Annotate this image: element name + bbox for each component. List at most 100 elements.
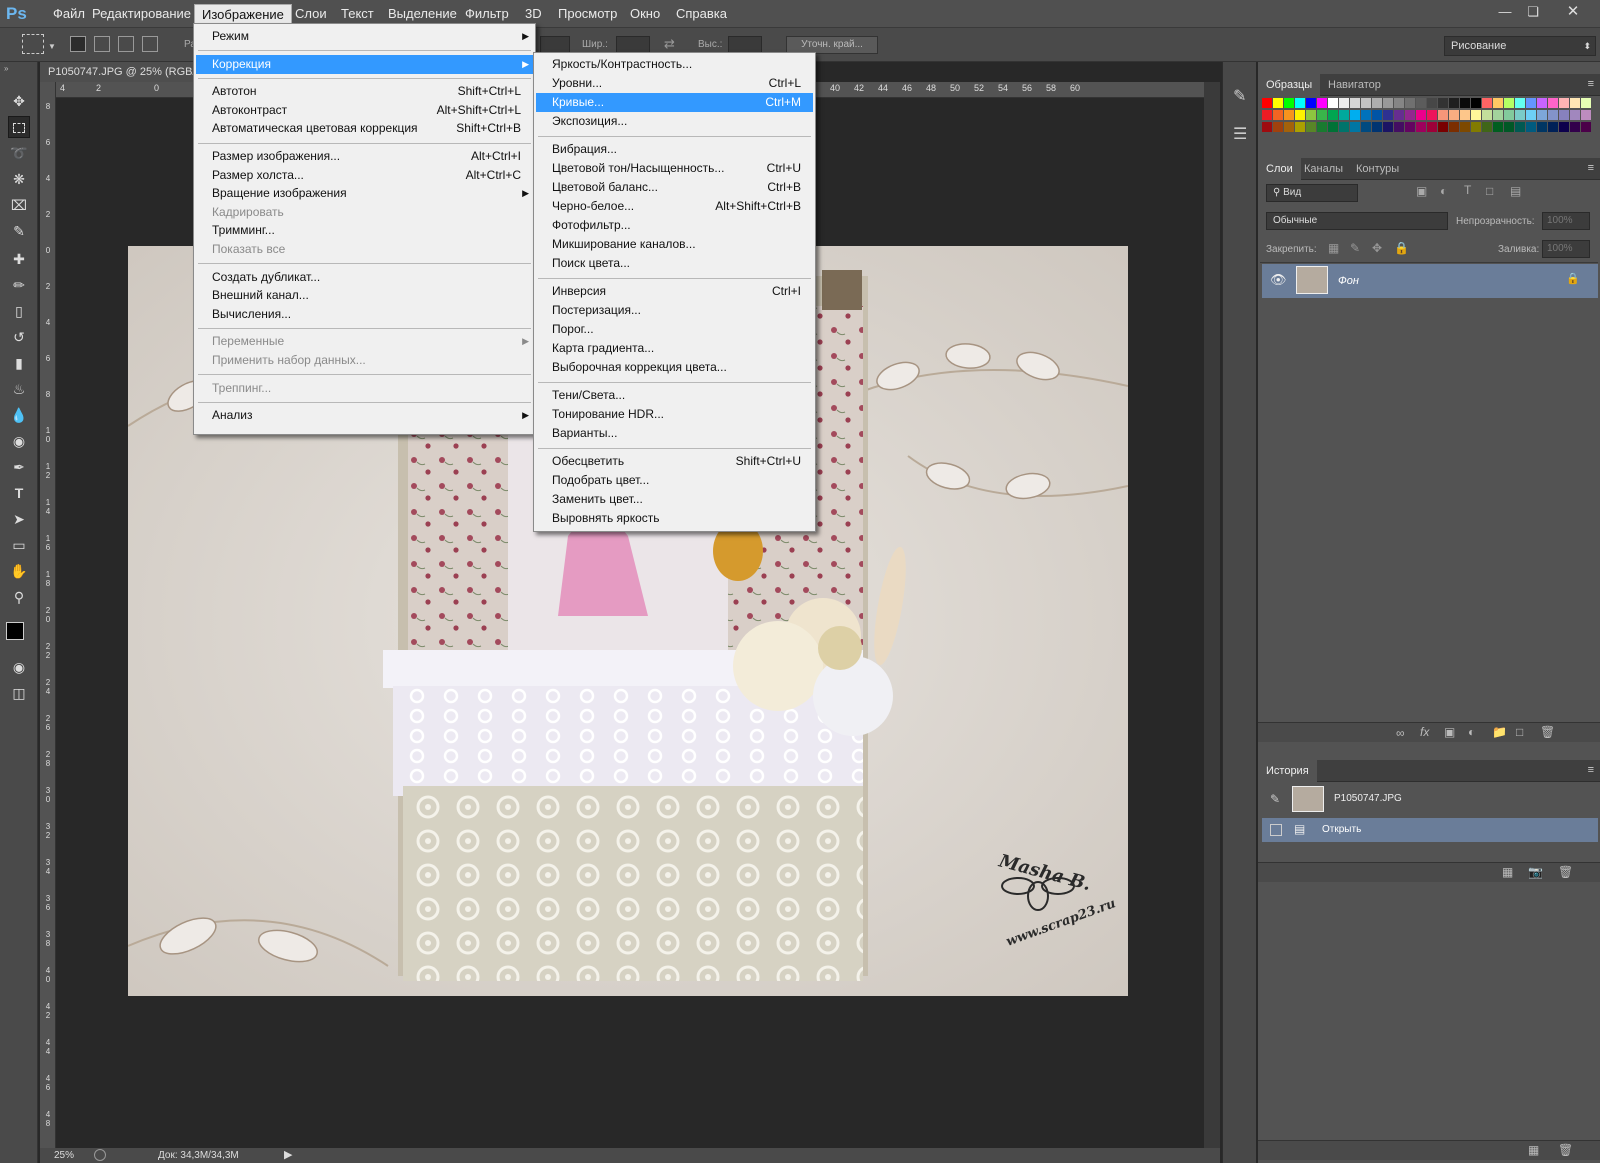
color-swatch[interactable] xyxy=(1460,98,1470,108)
color-swatch[interactable] xyxy=(1262,98,1272,108)
menu-item[interactable]: Выборочная коррекция цвета... xyxy=(536,358,813,377)
color-swatch[interactable] xyxy=(1427,110,1437,120)
color-swatch[interactable] xyxy=(1372,122,1382,132)
menu-item[interactable]: Создать дубликат... xyxy=(196,268,533,287)
color-swatch[interactable] xyxy=(1460,110,1470,120)
color-swatch[interactable] xyxy=(1427,98,1437,108)
color-swatch[interactable] xyxy=(1262,122,1272,132)
color-swatch[interactable] xyxy=(1405,122,1415,132)
color-swatch[interactable] xyxy=(1361,122,1371,132)
menu-item[interactable]: Размер холста... Alt+Ctrl+C xyxy=(196,166,533,185)
menu-item[interactable]: Цветовой баланс... Ctrl+B xyxy=(536,178,813,197)
add-selection-icon[interactable] xyxy=(94,36,110,52)
marquee-tool-preset[interactable] xyxy=(22,34,44,54)
color-swatch[interactable] xyxy=(1559,110,1569,120)
color-swatch[interactable] xyxy=(1526,110,1536,120)
color-swatch[interactable] xyxy=(1405,110,1415,120)
restore-button[interactable]: ❏ xyxy=(1520,2,1546,22)
menu-item[interactable]: Вычисления... xyxy=(196,305,533,324)
healing-brush-tool-icon[interactable]: ✚ xyxy=(8,248,30,270)
color-swatch[interactable] xyxy=(1416,98,1426,108)
blend-mode-dropdown[interactable]: Обычные xyxy=(1266,212,1448,230)
color-swatch[interactable] xyxy=(1350,122,1360,132)
new-selection-icon[interactable] xyxy=(70,36,86,52)
menu-2[interactable]: Изображение xyxy=(194,4,292,24)
color-swatch[interactable] xyxy=(1581,122,1591,132)
dodge-tool-icon[interactable]: ◉ xyxy=(8,430,30,452)
color-swatch[interactable] xyxy=(1449,110,1459,120)
path-selection-tool-icon[interactable]: ➤ xyxy=(8,508,30,530)
menu-10[interactable]: Справка xyxy=(669,4,734,24)
color-swatch[interactable] xyxy=(1537,110,1547,120)
menu-9[interactable]: Окно xyxy=(623,4,667,24)
color-swatch[interactable] xyxy=(1284,98,1294,108)
brush-tool-icon[interactable]: ✏ xyxy=(8,274,30,296)
status-arrow-icon[interactable]: ▶ xyxy=(284,1148,292,1161)
lock-all-icon[interactable]: 🔒 xyxy=(1394,241,1409,255)
history-brush-tool-icon[interactable]: ↺ xyxy=(8,326,30,348)
color-swatch[interactable] xyxy=(1471,122,1481,132)
foreground-color-swatch[interactable] xyxy=(6,622,24,640)
hand-tool-icon[interactable]: ✋ xyxy=(8,560,30,582)
menu-7[interactable]: 3D xyxy=(518,4,549,24)
menu-item[interactable]: Выровнять яркость xyxy=(536,509,813,528)
visibility-eye-icon[interactable]: 👁 xyxy=(1270,272,1287,288)
history-menu-icon[interactable]: ≡ xyxy=(1588,764,1594,776)
collapse-icon[interactable]: » xyxy=(4,64,8,73)
color-swatch[interactable] xyxy=(1471,110,1481,120)
color-swatch[interactable] xyxy=(1295,110,1305,120)
filter-smartobject-icon[interactable]: ▤ xyxy=(1510,184,1521,198)
filter-adjustment-icon[interactable]: ◐ xyxy=(1440,184,1447,198)
color-swatch[interactable] xyxy=(1361,110,1371,120)
color-swatch[interactable] xyxy=(1559,122,1569,132)
color-swatch[interactable] xyxy=(1317,98,1327,108)
color-swatch[interactable] xyxy=(1548,110,1558,120)
intersect-selection-icon[interactable] xyxy=(142,36,158,52)
color-swatch[interactable] xyxy=(1394,110,1404,120)
color-swatch[interactable] xyxy=(1383,122,1393,132)
menu-8[interactable]: Просмотр xyxy=(551,4,624,24)
workspace-dropdown[interactable]: Рисование ⬍ xyxy=(1444,36,1596,56)
color-swatch[interactable] xyxy=(1405,98,1415,108)
snapshot-camera-icon[interactable]: 📷 xyxy=(1528,865,1543,879)
layer-filter-dropdown[interactable]: ⚲ Вид xyxy=(1266,184,1358,202)
tab-layers[interactable]: Слои xyxy=(1258,158,1301,180)
color-swatch[interactable] xyxy=(1284,110,1294,120)
new-document-from-state-icon[interactable]: ▦ xyxy=(1502,865,1513,879)
color-swatch[interactable] xyxy=(1350,110,1360,120)
eraser-tool-icon[interactable]: ▮ xyxy=(8,352,30,374)
history-checkbox[interactable] xyxy=(1270,824,1282,836)
menu-item[interactable]: Варианты... xyxy=(536,424,813,443)
menu-item[interactable]: Уровни... Ctrl+L xyxy=(536,74,813,93)
zoom-tool-icon[interactable]: ⚲ xyxy=(8,586,30,608)
lock-transparency-icon[interactable]: ▦ xyxy=(1328,241,1339,255)
color-swatch[interactable] xyxy=(1581,98,1591,108)
color-swatch[interactable] xyxy=(1482,110,1492,120)
menu-3[interactable]: Слои xyxy=(288,4,334,24)
color-swatch[interactable] xyxy=(1515,98,1525,108)
screen-mode-icon[interactable]: ◫ xyxy=(8,682,30,704)
blur-tool-icon[interactable]: 💧 xyxy=(8,404,30,426)
color-swatch[interactable] xyxy=(1416,122,1426,132)
color-swatch[interactable] xyxy=(1306,110,1316,120)
color-swatch[interactable] xyxy=(1383,98,1393,108)
menu-item[interactable]: Коррекция ▶ xyxy=(196,54,533,74)
eyedropper-tool-icon[interactable]: ✎ xyxy=(8,220,30,242)
color-swatch[interactable] xyxy=(1482,122,1492,132)
tool-preset-icon[interactable]: ☰ xyxy=(1233,124,1247,144)
type-tool-icon[interactable]: T xyxy=(8,482,30,504)
menu-item[interactable]: Режим ▶ xyxy=(196,27,533,46)
delete-state-icon[interactable]: 🗑 xyxy=(1558,865,1573,879)
color-swatch[interactable] xyxy=(1317,110,1327,120)
filter-type-icon[interactable]: T xyxy=(1464,183,1471,197)
color-swatch[interactable] xyxy=(1515,110,1525,120)
color-swatch[interactable] xyxy=(1504,110,1514,120)
color-swatch[interactable] xyxy=(1328,110,1338,120)
chevron-down-icon[interactable]: ▼ xyxy=(48,42,56,51)
delete-layer-icon[interactable]: 🗑 xyxy=(1540,725,1555,739)
opacity-field[interactable]: 100% xyxy=(1542,212,1590,230)
fill-field[interactable]: 100% xyxy=(1542,240,1590,258)
crop-tool-icon[interactable]: ⌧ xyxy=(8,194,30,216)
menu-item[interactable]: Инверсия Ctrl+I xyxy=(536,282,813,301)
color-swatch[interactable] xyxy=(1526,122,1536,132)
